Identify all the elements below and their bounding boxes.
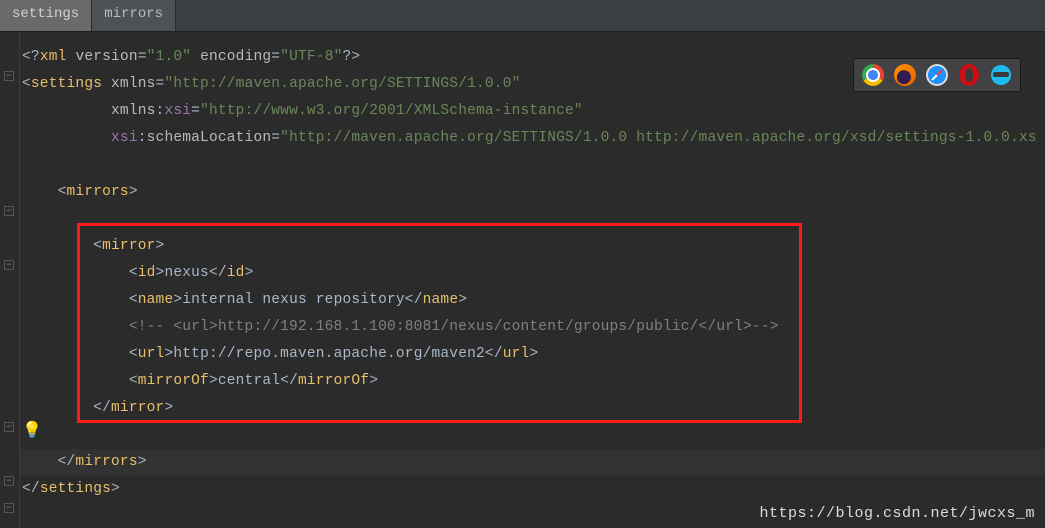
schema-location-value: "http://maven.apache.org/SETTINGS/1.0.0 … (280, 130, 1037, 146)
fold-marker[interactable]: − (4, 503, 14, 513)
browser-toolbar (853, 58, 1021, 92)
fold-marker[interactable]: − (4, 476, 14, 486)
tab-settings[interactable]: settings (0, 0, 92, 31)
xmlns-value: "http://maven.apache.org/SETTINGS/1.0.0" (164, 76, 520, 92)
mirror-url-value: http://repo.maven.apache.org/maven2 (173, 346, 485, 362)
caret-line (20, 449, 1045, 476)
opera-icon[interactable] (958, 64, 980, 86)
xmlns-xsi-value: "http://www.w3.org/2001/XMLSchema-instan… (200, 103, 583, 119)
xml-encoding-value: "UTF-8" (280, 49, 342, 65)
tab-bar: settings mirrors (0, 0, 1045, 32)
mirror-comment: <!-- <url>http://192.168.1.100:8081/nexu… (129, 319, 779, 335)
ie-icon[interactable] (990, 64, 1012, 86)
xml-version-value: "1.0" (147, 49, 192, 65)
watermark: https://blog.csdn.net/jwcxs_m (759, 505, 1035, 522)
code-content[interactable]: <?xml version="1.0" encoding="UTF-8"?> <… (20, 32, 1045, 528)
safari-icon[interactable] (926, 64, 948, 86)
fold-marker[interactable]: − (4, 260, 14, 270)
fold-marker[interactable]: − (4, 206, 14, 216)
mirror-id-value: nexus (164, 265, 209, 281)
chrome-icon[interactable] (862, 64, 884, 86)
fold-marker[interactable]: − (4, 71, 14, 81)
mirror-of-value: central (218, 373, 280, 389)
tab-mirrors[interactable]: mirrors (92, 0, 176, 31)
mirror-name-value: internal nexus repository (182, 292, 405, 308)
editor-area[interactable]: − − − − − − 💡 <?xml version="1.0" encodi… (0, 32, 1045, 528)
firefox-icon[interactable] (894, 64, 916, 86)
gutter: − − − − − − (0, 32, 20, 528)
fold-marker[interactable]: − (4, 422, 14, 432)
